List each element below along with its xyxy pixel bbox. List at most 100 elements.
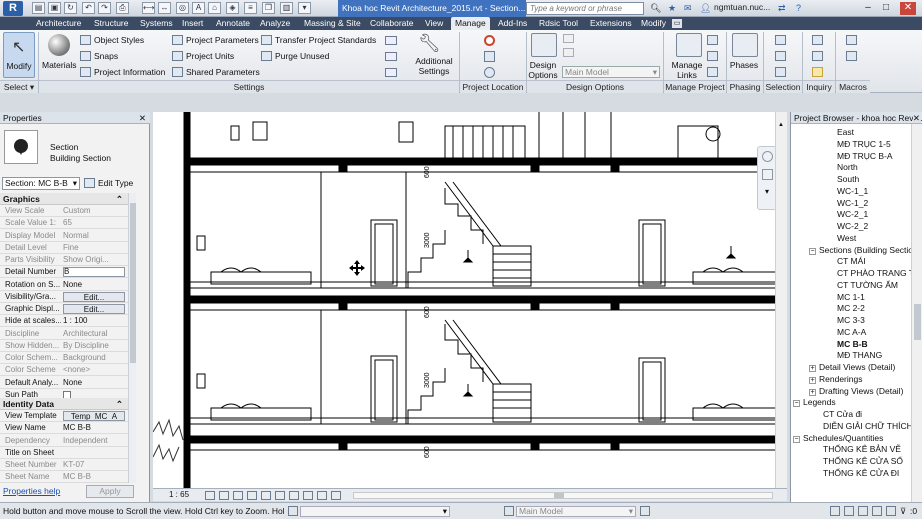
view-scale[interactable]: 1 : 65 [169, 490, 189, 499]
property-row[interactable]: Scale Value 1: 65 [0, 217, 128, 230]
search-input[interactable]: Type a keyword or phrase [526, 2, 644, 15]
tab-add-ins[interactable]: Add-Ins [494, 17, 531, 30]
browser-item[interactable]: MC B-B [791, 338, 868, 350]
property-row[interactable]: Parts Visibility Show Origi... [0, 254, 128, 266]
expand-icon[interactable]: + [809, 365, 816, 372]
tab-collaborate[interactable]: Collaborate [366, 17, 417, 30]
workset-select[interactable]: ▾ [300, 506, 450, 517]
browser-item[interactable]: − Sections (Building Sectio [791, 244, 913, 256]
property-value[interactable]: MC B-B [63, 422, 125, 434]
collapse-icon[interactable]: ⌃ [116, 398, 123, 410]
text-icon[interactable]: A [192, 2, 205, 14]
design-option-select[interactable]: Main Model ▾ [562, 66, 660, 78]
browser-item[interactable]: MC 3-3 [791, 314, 865, 326]
subscription-icon[interactable]: ★ [668, 3, 676, 14]
browser-item[interactable]: East [791, 126, 854, 138]
property-row[interactable]: Detail Number B [0, 266, 128, 279]
collapse-icon[interactable]: ⌃ [116, 193, 123, 205]
property-row[interactable]: Graphic Displ... Edit... [0, 303, 128, 315]
close-button[interactable]: ✕ [900, 2, 916, 15]
graphics-section-header[interactable]: Graphics ⌃ [0, 193, 128, 205]
browser-item[interactable]: MĐ TRỤC 1-5 [791, 138, 891, 150]
property-row[interactable]: Discipline Architectural [0, 328, 128, 340]
property-row[interactable]: Default Analy... None [0, 377, 128, 389]
thin-lines-icon[interactable]: ≡ [244, 2, 257, 14]
revit-logo-icon[interactable]: R [3, 1, 23, 16]
property-value[interactable]: Fine [63, 242, 125, 254]
property-value[interactable]: B [63, 267, 125, 278]
property-value[interactable]: Custom [63, 205, 125, 217]
tab-rdsic-tool[interactable]: Rdsic Tool [535, 17, 582, 30]
browser-item[interactable]: North [791, 161, 858, 173]
analysis-display-icon[interactable] [331, 491, 341, 500]
sync-icon[interactable]: ↻ [64, 2, 77, 14]
tag-icon[interactable]: ◎ [176, 2, 189, 14]
main-model-select[interactable]: Main Model ▾ [516, 506, 636, 517]
property-value[interactable]: Architectural [63, 328, 125, 340]
exchange-icon[interactable]: ⇄ [778, 3, 786, 14]
property-value[interactable]: Edit... [63, 304, 125, 314]
scroll-thumb[interactable] [554, 493, 564, 498]
type-selector[interactable]: Section: MC B-B ▾ [2, 177, 80, 190]
canvas-vertical-scrollbar[interactable]: ▲ [775, 112, 787, 488]
section-icon[interactable]: ◈ [226, 2, 239, 14]
property-value[interactable]: 1 : 100 [63, 315, 125, 327]
search-icon[interactable]: 🔍︎ [650, 3, 661, 14]
property-row[interactable]: Color Schem... Background [0, 352, 128, 364]
qat-dropdown-icon[interactable]: ▾ [298, 2, 311, 14]
close-icon[interactable]: ✕ [139, 112, 146, 124]
property-row[interactable]: View Scale Custom [0, 205, 128, 217]
browser-item[interactable]: MC A-A [791, 326, 866, 338]
identity-section-header[interactable]: Identity Data ⌃ [0, 398, 128, 410]
purge-unused-button[interactable]: Purge Unused [261, 51, 329, 61]
aligned-dimension-icon[interactable]: ↔ [158, 2, 171, 14]
select-links-icon[interactable] [830, 506, 840, 516]
wrench-icon[interactable]: 🔧︎ [418, 33, 441, 54]
property-value[interactable]: Normal [63, 230, 125, 242]
crop-view-icon[interactable] [261, 491, 271, 500]
browser-item[interactable]: MĐ TRỤC B-A [791, 150, 893, 162]
drag-elements-icon[interactable] [886, 506, 896, 516]
browser-item[interactable]: THỐNG KÊ CỬA ĐI [791, 467, 899, 479]
panel-schedule-icon[interactable] [385, 68, 397, 77]
browser-item[interactable]: CT TƯỜNG ẨM [791, 279, 898, 291]
browser-item[interactable]: CT Cửa đi [791, 408, 862, 420]
close-hidden-icon[interactable]: ▥ [280, 2, 293, 14]
warnings-icon[interactable] [812, 67, 823, 77]
macro-manager-icon[interactable] [846, 35, 857, 45]
browser-item[interactable]: South [791, 173, 859, 185]
save-icon[interactable]: ▣ [48, 2, 61, 14]
tab-extensions[interactable]: Extensions [586, 17, 636, 30]
browser-scrollbar[interactable] [911, 124, 922, 502]
phases-button[interactable]: Phases [728, 60, 760, 70]
property-value[interactable]: Show Origi... [63, 254, 125, 266]
position-icon[interactable] [484, 67, 495, 78]
browser-item[interactable]: MC 2-2 [791, 302, 865, 314]
design-options-status-icon[interactable] [504, 506, 514, 516]
browser-item[interactable]: + Detail Views (Detail) [791, 361, 895, 373]
show-crop-region-icon[interactable] [275, 491, 285, 500]
filter-icon[interactable]: ⊽ [900, 503, 906, 519]
object-styles-button[interactable]: Object Styles [80, 35, 144, 45]
sun-path-icon[interactable] [233, 491, 243, 500]
browser-item[interactable]: WC-2_1 [791, 208, 868, 220]
properties-scrollbar[interactable] [128, 193, 136, 483]
visual-style-icon[interactable] [219, 491, 229, 500]
expand-icon[interactable]: + [809, 388, 816, 396]
canvas-horizontal-scrollbar[interactable] [353, 492, 773, 499]
property-row[interactable]: Sheet Name MC B-B [0, 471, 128, 484]
reveal-hidden-icon[interactable] [317, 491, 327, 500]
macro-security-icon[interactable] [846, 51, 857, 61]
select-underlay-icon[interactable] [844, 506, 854, 516]
undo-icon[interactable]: ↶ [82, 2, 95, 14]
browser-item[interactable]: THỐNG KÊ BẢN VẼ [791, 443, 901, 455]
pick-to-edit-icon[interactable] [563, 48, 574, 57]
browser-item[interactable]: MC 1-1 [791, 291, 865, 303]
manage-links-button[interactable]: Manage Links [668, 60, 706, 80]
materials-button[interactable]: Materials [42, 34, 76, 78]
decal-types-icon[interactable] [707, 67, 718, 77]
modify-button[interactable]: ↖ Modify [3, 32, 35, 78]
scroll-thumb[interactable] [914, 304, 921, 340]
switch-windows-icon[interactable]: ❐ [262, 2, 275, 14]
tab-architecture[interactable]: Architecture [32, 17, 85, 30]
